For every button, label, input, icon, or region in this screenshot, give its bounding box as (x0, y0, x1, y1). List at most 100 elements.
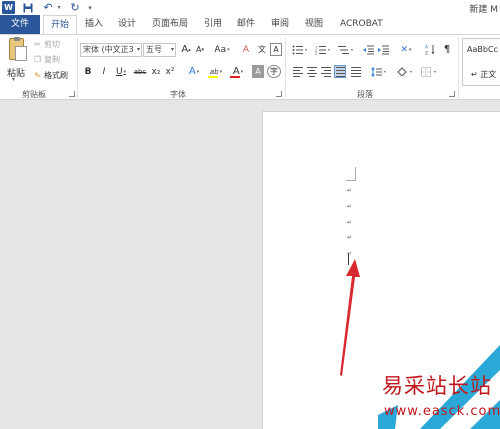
clear-formatting-button[interactable]: A (240, 43, 252, 56)
shrink-font-button[interactable]: A ▾ (194, 43, 206, 56)
borders-icon (421, 66, 436, 77)
subscript-button[interactable]: x₂ (150, 65, 162, 78)
highlighter-icon: ab (209, 67, 219, 76)
clipboard-dialog-launcher-icon[interactable] (69, 91, 75, 97)
decrease-indent-icon (362, 45, 374, 54)
bullets-button[interactable] (290, 43, 310, 56)
change-case-icon: Aa (214, 44, 227, 55)
line-spacing-button[interactable] (370, 65, 388, 78)
clear-formatting-icon: A (242, 44, 250, 55)
text-effects-button[interactable]: A ▾ (185, 65, 203, 78)
strikethrough-button[interactable]: abc (133, 65, 147, 78)
svg-text:A: A (425, 45, 429, 51)
font-name-value: 宋体 (中文正3 (83, 45, 134, 54)
highlight-button[interactable]: ab ▾ (207, 65, 225, 78)
tab-references[interactable]: 引用 (204, 15, 222, 34)
paragraph-mark: ↵ (347, 203, 353, 210)
font-name-combo[interactable]: 宋体 (中文正3 ▾ (80, 43, 142, 57)
redo-icon: ↻ (70, 1, 80, 14)
paragraph-mark: ↵ (347, 234, 353, 241)
tab-insert[interactable]: 插入 (85, 15, 103, 34)
underline-icon: U (115, 66, 123, 77)
redo-button[interactable]: ↻ (69, 1, 81, 14)
format-painter-button[interactable]: ✎ 格式刷 (33, 69, 68, 81)
justify-button[interactable] (334, 65, 346, 78)
paragraph-shading-button[interactable] (396, 65, 414, 78)
align-center-icon (307, 66, 317, 77)
align-left-button[interactable] (292, 65, 304, 78)
undo-dropdown-icon[interactable]: ▾ (56, 1, 62, 14)
undo-button[interactable]: ↶ (42, 1, 54, 14)
paragraph-mark: ↵ (347, 219, 353, 226)
borders-button[interactable] (420, 65, 438, 78)
phonetic-guide-button[interactable]: 文 (256, 43, 268, 56)
group-divider (77, 38, 78, 98)
save-button[interactable] (22, 1, 34, 14)
tab-home[interactable]: 开始 (43, 15, 77, 34)
copy-button[interactable]: ❐ 复制 (33, 53, 60, 65)
tab-mailings[interactable]: 邮件 (237, 15, 255, 34)
style-normal-sample: AaBbCc (467, 45, 498, 54)
paragraph-dialog-launcher-icon[interactable] (449, 91, 455, 97)
font-group-label: 字体 (170, 90, 186, 99)
customize-qat-icon[interactable]: ▾ (86, 1, 94, 14)
change-case-button[interactable]: Aa ▾ (212, 43, 232, 56)
format-painter-label: 格式刷 (44, 70, 68, 80)
margin-corner-mark (346, 167, 356, 181)
floppy-disk-icon (23, 3, 33, 12)
style-normal-label: ↵ 正文 (471, 70, 497, 79)
multilevel-list-button[interactable] (336, 43, 356, 56)
chinese-layout-button[interactable]: ✕ ▾ (396, 43, 416, 56)
increase-indent-button[interactable] (377, 43, 389, 56)
font-color-button[interactable]: A ▾ (229, 65, 247, 78)
align-right-icon (321, 66, 331, 77)
tab-file[interactable]: 文件 (0, 15, 40, 34)
align-left-icon (293, 66, 303, 77)
copy-icon: ❐ (33, 54, 42, 64)
undo-icon: ↶ (43, 1, 53, 14)
superscript-button[interactable]: x² (164, 65, 176, 78)
text-cursor (348, 254, 349, 265)
underline-button[interactable]: U ▾ (112, 65, 130, 78)
grow-font-button[interactable]: A ▴ (180, 43, 192, 56)
tab-page-layout[interactable]: 页面布局 (152, 15, 188, 34)
tab-view[interactable]: 视图 (305, 15, 323, 34)
bullet-list-icon (292, 45, 307, 54)
title-bar: W ↶ ▾ ↻ ▾ 新建 M (0, 0, 500, 15)
show-formatting-marks-button[interactable]: ¶ (441, 43, 453, 56)
chinese-layout-icon: ✕ (400, 44, 409, 55)
font-color-swatch (230, 76, 240, 78)
decrease-indent-button[interactable] (362, 43, 374, 56)
numbering-button[interactable]: 123 (313, 43, 333, 56)
ribbon-home: 粘贴 ▾ ✂ 剪切 ❐ 复制 ✎ 格式刷 剪贴板 宋体 (中文正3 ▾ 五号 ▾… (0, 34, 500, 100)
align-center-button[interactable] (306, 65, 318, 78)
ribbon-tabs: 文件 开始 插入 设计 页面布局 引用 邮件 审阅 视图 ACROBAT (0, 15, 500, 34)
paste-label: 粘贴 (7, 69, 26, 79)
watermark-url: www.easck.com (384, 404, 500, 419)
chevron-down-icon: ▾ (170, 46, 174, 53)
line-spacing-icon (371, 66, 386, 77)
font-size-combo[interactable]: 五号 ▾ (143, 43, 176, 57)
highlight-color-swatch (208, 76, 218, 78)
character-shading-button[interactable]: A (252, 65, 264, 78)
tab-design[interactable]: 设计 (118, 15, 136, 34)
clipboard-group-label: 剪贴板 (22, 90, 46, 99)
styles-gallery[interactable]: AaBbCc ↵ 正文 (462, 38, 500, 86)
bold-button[interactable]: B (82, 65, 94, 78)
cut-button[interactable]: ✂ 剪切 (33, 38, 60, 50)
paste-button[interactable]: 粘贴 ▾ (4, 37, 30, 83)
sort-button[interactable]: AZ (424, 43, 436, 56)
paintbrush-icon: ✎ (34, 70, 41, 80)
watermark-title: 易采站长站 (382, 374, 492, 398)
distribute-button[interactable] (350, 65, 362, 78)
character-border-button[interactable]: A (270, 43, 282, 56)
phonetic-guide-icon: 文 (258, 45, 266, 54)
enclose-characters-button[interactable]: 字 (267, 65, 281, 78)
tab-review[interactable]: 审阅 (271, 15, 289, 34)
tab-acrobat[interactable]: ACROBAT (340, 15, 383, 34)
align-right-button[interactable] (320, 65, 332, 78)
font-dialog-launcher-icon[interactable] (276, 91, 282, 97)
italic-button[interactable]: I (98, 65, 110, 78)
grow-font-icon: A (181, 44, 189, 55)
sort-icon: AZ (425, 45, 434, 55)
